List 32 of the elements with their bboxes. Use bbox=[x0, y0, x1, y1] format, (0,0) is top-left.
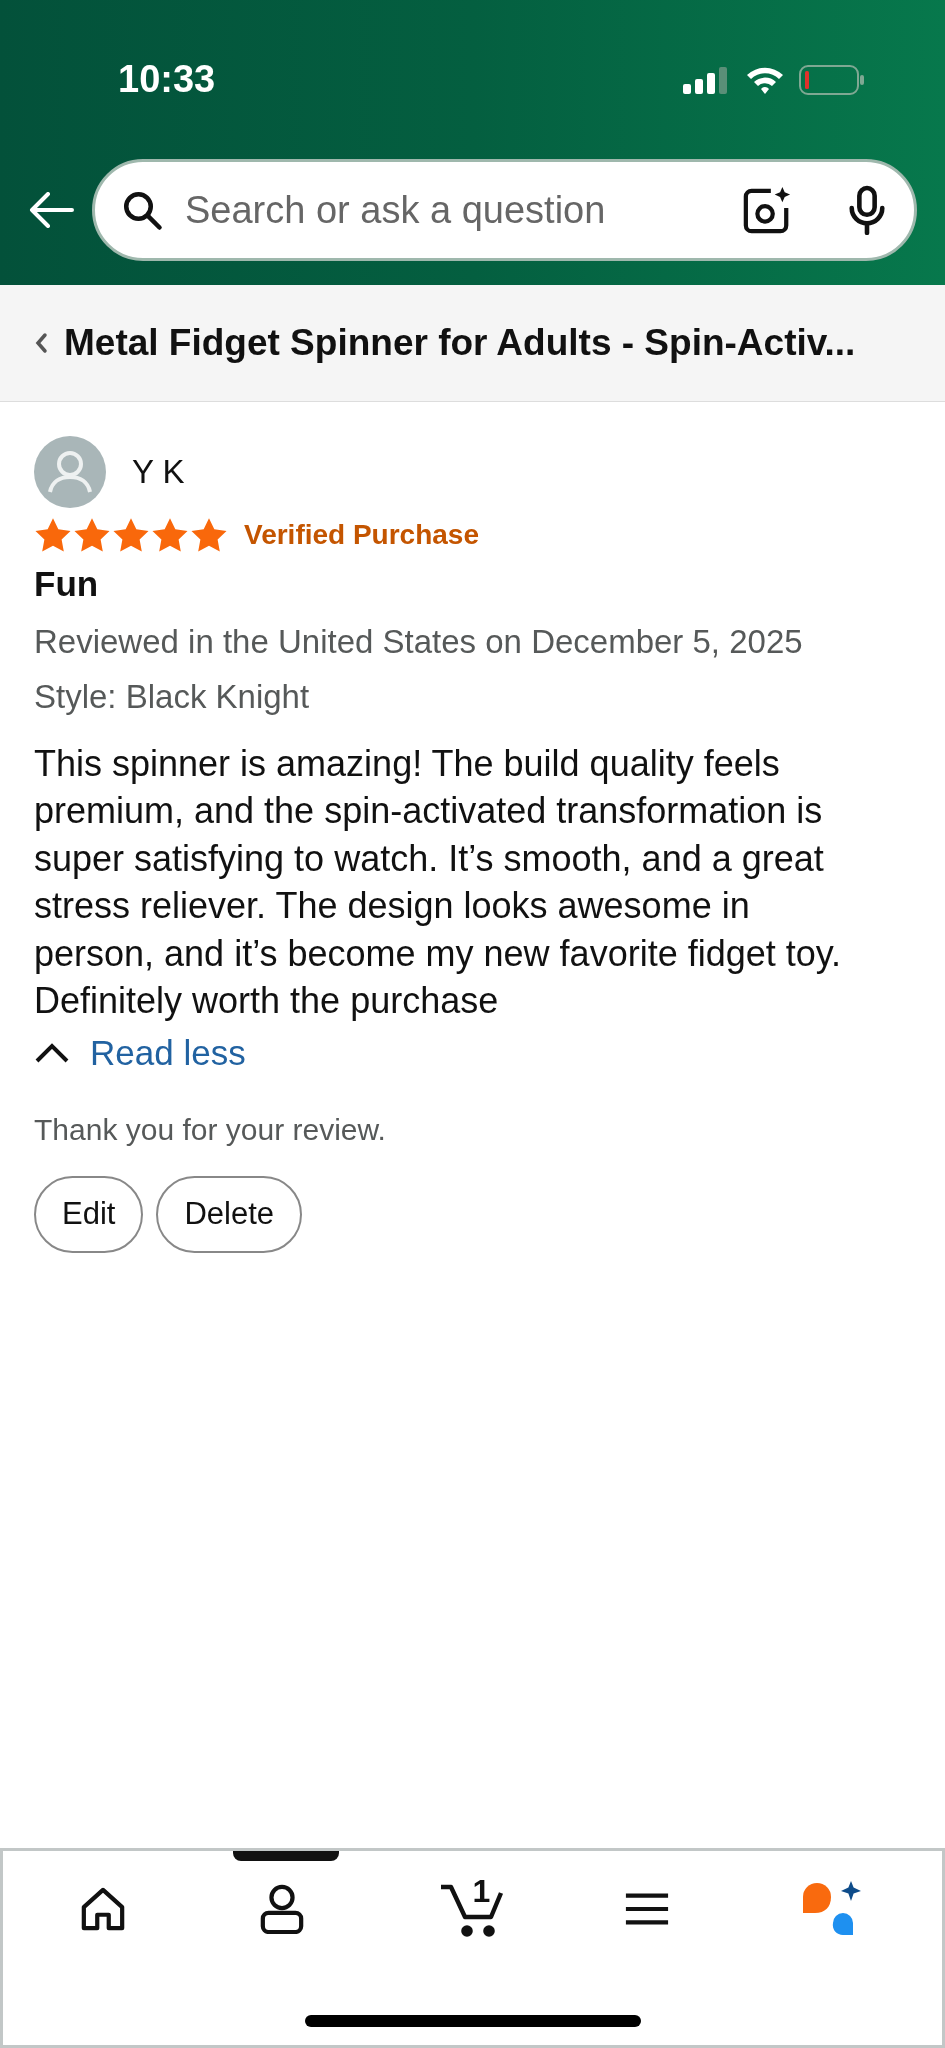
avatar-icon bbox=[34, 436, 106, 508]
read-less-link[interactable]: Read less bbox=[34, 1026, 246, 1079]
back-arrow-icon[interactable] bbox=[28, 192, 74, 228]
star-icon bbox=[190, 517, 228, 553]
reviewer-name: Y K bbox=[132, 452, 185, 493]
verified-purchase-label: Verified Purchase bbox=[244, 518, 479, 552]
star-icon bbox=[151, 517, 189, 553]
home-icon[interactable] bbox=[79, 1886, 126, 1932]
action-button[interactable]: Edit bbox=[34, 1176, 144, 1253]
star-icon bbox=[73, 517, 111, 553]
search-field[interactable]: Search or ask a question bbox=[92, 159, 917, 261]
status-time: 10:33 bbox=[118, 57, 216, 102]
review-body: This spinner is amazing! The build quality feels premium, and the spin-activated transformation is super satisfying to watch. It’s smooth, and a great stress reliever. The design looks awesome in person, and it’s become my new favorite fidget toy. Definitely worth the purchase bbox=[34, 741, 843, 1023]
search-icon bbox=[121, 189, 163, 231]
review-date: Reviewed in the United States on December 5, 2025 bbox=[34, 621, 804, 662]
thank-you-text: Thank you for your review. bbox=[34, 1112, 387, 1148]
review-title: Fun bbox=[34, 563, 100, 605]
person-icon[interactable] bbox=[259, 1884, 306, 1934]
camera-icon[interactable] bbox=[742, 185, 792, 235]
battery-icon bbox=[799, 63, 865, 96]
search-input[interactable]: Search or ask a question bbox=[185, 181, 720, 239]
cart-count: 1 bbox=[472, 1875, 491, 1907]
star-icon bbox=[112, 517, 150, 553]
review-style: Style: Black Knight bbox=[34, 677, 311, 717]
microphone-icon[interactable] bbox=[846, 185, 888, 235]
chevron-left-icon bbox=[34, 332, 48, 354]
chevron-up-icon bbox=[34, 1041, 70, 1064]
product-bar[interactable]: Metal Fidget Spinner for Adults - Spin-Activ... bbox=[0, 285, 945, 402]
action-button[interactable]: Delete bbox=[156, 1176, 303, 1253]
star-icon bbox=[34, 517, 72, 553]
product-title: Metal Fidget Spinner for Adults - Spin-Activ... bbox=[64, 321, 856, 366]
menu-icon[interactable] bbox=[623, 1891, 670, 1927]
